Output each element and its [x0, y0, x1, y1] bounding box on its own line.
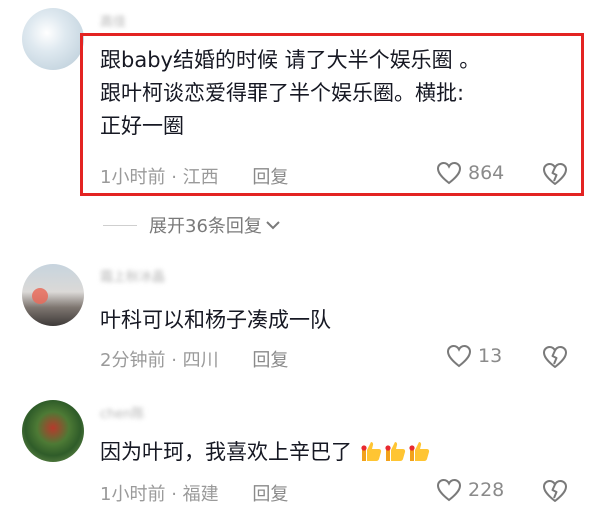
location: 福建 [182, 484, 219, 505]
username[interactable]: chen陈 [100, 408, 145, 422]
heart-icon [436, 478, 462, 502]
dislike-broken-heart-icon [542, 479, 568, 503]
expand-replies-button[interactable]: 展开36条回复 [103, 212, 281, 238]
dislike-button[interactable] [542, 479, 568, 503]
chevron-down-icon [265, 219, 281, 231]
like-count: 13 [478, 345, 503, 367]
separator: · [171, 484, 183, 505]
thumbs-up-emoji [359, 440, 431, 464]
username[interactable]: 霜上秋冰晶 [100, 271, 165, 285]
reply-button[interactable]: 回复 [252, 350, 288, 371]
comment-text-content: 因为叶珂，我喜欢上辛巴了 [100, 440, 352, 464]
divider [103, 224, 137, 226]
avatar[interactable] [22, 8, 84, 70]
like-button[interactable]: 228 [436, 478, 504, 502]
like-button[interactable]: 13 [446, 344, 502, 368]
highlight-box [80, 33, 584, 196]
heart-icon [446, 344, 472, 368]
timestamp: 2分钟前 [100, 350, 166, 371]
dislike-button[interactable] [542, 345, 568, 369]
location: 四川 [182, 350, 219, 371]
timestamp: 1小时前 [100, 484, 166, 505]
username[interactable]: 高佳 [100, 16, 126, 30]
comment-text: 因为叶珂，我喜欢上辛巴了 [100, 436, 431, 469]
avatar[interactable] [22, 264, 84, 326]
avatar-decoration [32, 288, 48, 304]
like-count: 228 [468, 479, 505, 501]
expand-replies-label: 展开36条回复 [149, 216, 262, 237]
comment-meta: 2分钟前 · 四川 回复 [100, 346, 288, 372]
separator: · [171, 350, 183, 371]
comment-meta: 1小时前 · 福建 回复 [100, 480, 288, 506]
reply-button[interactable]: 回复 [252, 484, 288, 505]
comment-text: 叶科可以和杨子凑成一队 [100, 308, 331, 332]
avatar[interactable] [22, 400, 84, 462]
dislike-broken-heart-icon [542, 345, 568, 369]
